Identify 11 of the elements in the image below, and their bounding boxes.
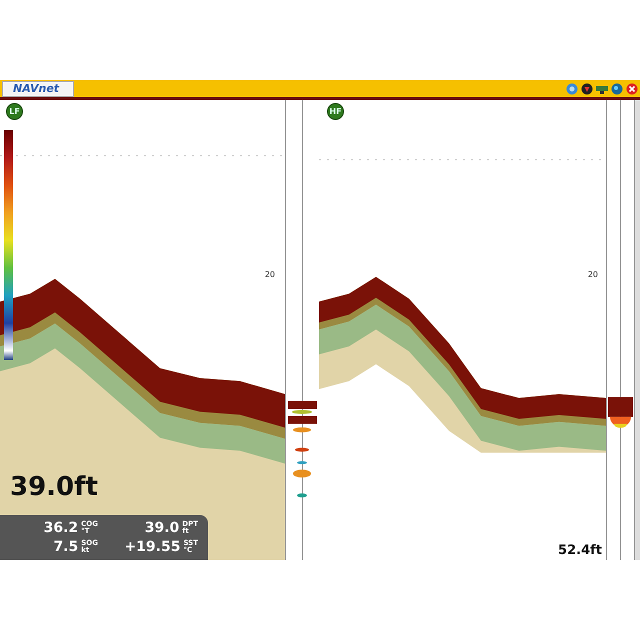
scale-label: 20 — [264, 270, 275, 279]
disc-icon[interactable] — [611, 82, 623, 94]
logo: NAVnet — [2, 80, 74, 96]
data-value: +19.55 — [124, 539, 180, 556]
data-value: 39.0 — [144, 520, 180, 536]
scale-label: 20 — [588, 270, 598, 279]
pin-icon[interactable] — [581, 82, 593, 94]
data-value: 7.5 — [53, 539, 78, 556]
data-value: 36.2 — [44, 520, 78, 536]
depth-reading: 39.0ft — [10, 472, 98, 502]
close-icon[interactable] — [626, 82, 638, 94]
